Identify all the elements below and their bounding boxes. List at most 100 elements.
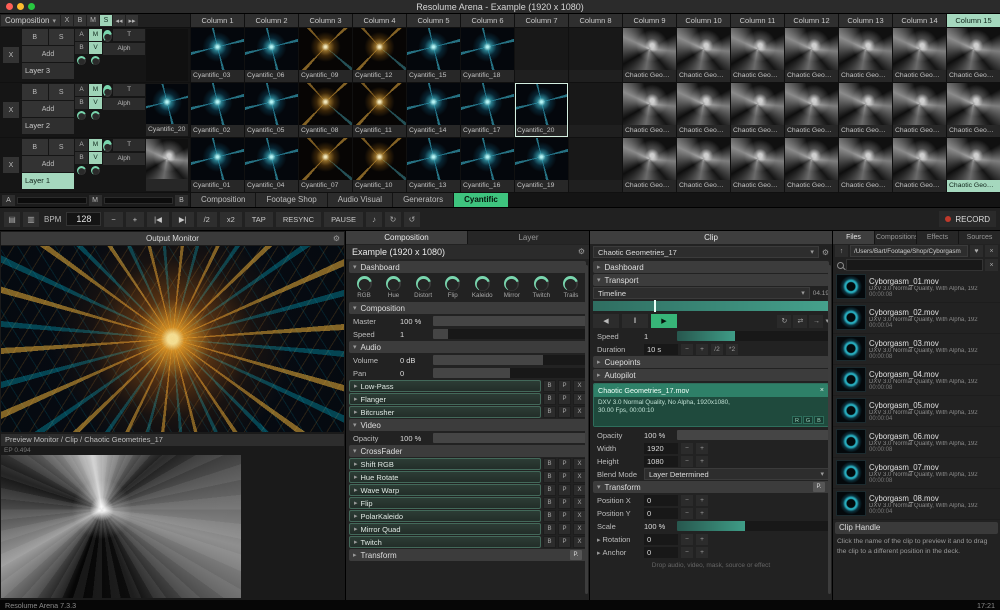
column-header[interactable]: Column 10 (677, 14, 730, 27)
layer-solo-button[interactable]: S (48, 29, 74, 45)
deck-tab-audio-visual[interactable]: Audio Visual (327, 193, 393, 207)
effect-bypass-button[interactable]: B (543, 523, 556, 535)
clip-cell[interactable]: Cyantific_05 (245, 83, 298, 137)
section-video[interactable]: ▾ Video (349, 419, 586, 431)
layer-name[interactable]: Layer 1 (22, 173, 74, 189)
clear-search-icon[interactable]: × (985, 259, 998, 271)
slider-track[interactable] (433, 316, 586, 326)
up-folder-icon[interactable]: ↑ (835, 245, 848, 257)
effect-hue-rotate[interactable]: ▸ Hue Rotate (349, 471, 541, 483)
effect-polarkaleido[interactable]: ▸ PolarKaleido (349, 510, 541, 522)
section-transport[interactable]: ▾ Transport (593, 274, 829, 286)
crossfader-assign-a[interactable]: A (75, 139, 88, 151)
clip-cell[interactable] (515, 28, 568, 82)
channel-b-toggle[interactable]: B (814, 416, 824, 425)
scrollbar[interactable] (828, 265, 831, 594)
bpm---button[interactable]: − (104, 211, 123, 227)
composition-b-button[interactable]: B (73, 15, 86, 26)
column-header[interactable]: Column 4 (353, 14, 406, 27)
file-item[interactable]: Cyborgasm_06.mov DXV 3.0 Normal Quality, … (833, 427, 1000, 458)
favorite-icon[interactable]: ♥ (970, 245, 983, 257)
channel-r-toggle[interactable]: R (792, 416, 802, 425)
effect-flip[interactable]: ▸ Flip (349, 497, 541, 509)
deck-tab-cyantific[interactable]: Cyantific (454, 193, 508, 207)
clip-cell[interactable]: Chaotic Geometri... (893, 138, 946, 192)
timeline-slider[interactable] (593, 300, 829, 312)
dropdown-layer-determined[interactable]: Layer Determined ▾ (644, 468, 829, 481)
clip-cell[interactable]: Chaotic Geometri... (623, 138, 676, 192)
close-icon[interactable]: × (820, 387, 824, 394)
zoom-window-icon[interactable] (28, 3, 35, 10)
clip-cell[interactable] (569, 28, 622, 82)
tab-composition[interactable]: Composition (346, 231, 467, 244)
effect-bypass-button[interactable]: B (543, 497, 556, 509)
knob-twitch[interactable]: Twitch (529, 276, 553, 299)
clip-cell[interactable]: Chaotic Geometri... (947, 83, 1000, 137)
column-header[interactable]: Column 9 (623, 14, 676, 27)
clip-cell[interactable]: Cyantific_06 (245, 28, 298, 82)
crossfader-track[interactable] (103, 196, 173, 204)
quantize-icon[interactable]: ♪ (365, 211, 382, 227)
clip-cell[interactable]: Chaotic Geometri... (839, 138, 892, 192)
section-dashboard[interactable]: ▾ Dashboard (349, 261, 586, 273)
clip-cell[interactable]: Chaotic Geometri... (731, 138, 784, 192)
scrollbar[interactable] (585, 265, 588, 594)
slider-track[interactable] (433, 355, 586, 365)
layer-name[interactable]: Layer 2 (22, 118, 74, 134)
prev-column-icon[interactable]: ◂◂ (112, 15, 125, 26)
pingpong-icon[interactable]: ⇄ (793, 314, 808, 328)
dropdown-timeline[interactable]: Timeline ▾ (593, 287, 810, 299)
stepper-button[interactable]: + (696, 507, 708, 519)
bpm-value[interactable]: 128 (66, 212, 102, 226)
effect-preset-button[interactable]: P (558, 536, 571, 548)
section-crossfader[interactable]: ▾ CrossFader (349, 445, 586, 457)
stepper-button[interactable]: − (681, 507, 693, 519)
effect-shift-rgb[interactable]: ▸ Shift RGB (349, 458, 541, 470)
slider-track[interactable] (433, 368, 586, 378)
clip-cell[interactable]: Cyantific_07 (299, 138, 352, 192)
knob-distort[interactable]: Distort (411, 276, 435, 299)
file-item[interactable]: Cyborgasm_04.mov DXV 3.0 Normal Quality, … (833, 365, 1000, 396)
knob-trails[interactable]: Trails (559, 276, 583, 299)
clip-cell[interactable] (569, 83, 622, 137)
metronome-icon[interactable]: ▥ (23, 211, 39, 227)
clip-cell[interactable]: Chaotic Geometri... (731, 28, 784, 82)
crossfader-b[interactable]: B (175, 194, 188, 206)
pause-button[interactable]: PAUSE (324, 211, 363, 227)
layer-blend-select[interactable]: Alph (103, 98, 145, 110)
clip-cell[interactable]: Chaotic Geometri... (677, 83, 730, 137)
clip-cell[interactable]: Chaotic Geometri... (893, 83, 946, 137)
layer-knob[interactable] (77, 166, 86, 175)
crossfader-assign-b[interactable]: B (75, 42, 88, 54)
play-button[interactable]: ▶ (651, 314, 677, 328)
loop-icon[interactable]: ↻ (777, 314, 792, 328)
effect-preset-button[interactable]: P (558, 380, 571, 392)
file-item[interactable]: Cyborgasm_07.mov DXV 3.0 Normal Quality, … (833, 458, 1000, 489)
layer-name[interactable]: Layer 3 (22, 63, 74, 79)
layer-add-button[interactable]: Add (22, 156, 74, 172)
effect-bypass-button[interactable]: B (543, 471, 556, 483)
clip-cell[interactable]: Cyantific_01 (191, 138, 244, 192)
layer-v-toggle[interactable]: V (89, 97, 102, 109)
deck-tab-generators[interactable]: Generators (393, 193, 454, 207)
slider-track[interactable] (433, 329, 586, 339)
clip-cell[interactable]: Cyantific_15 (407, 28, 460, 82)
layer-bypass-button[interactable]: B (22, 84, 48, 100)
effect-preset-button[interactable]: P (558, 510, 571, 522)
close-icon[interactable]: × (985, 245, 998, 257)
resync-button[interactable]: RESYNC (275, 211, 322, 227)
layer-clear-button[interactable]: X (3, 157, 19, 173)
layer-bypass-button[interactable]: B (22, 29, 48, 45)
stepper-button[interactable]: + (696, 343, 708, 355)
knob-kaleido[interactable]: Kaleido (470, 276, 494, 299)
clip-cell[interactable] (569, 138, 622, 192)
deck-tab-footage-shop[interactable]: Footage Shop (256, 193, 327, 207)
layer-add-button[interactable]: Add (22, 101, 74, 117)
slider-track[interactable] (433, 433, 586, 443)
clip-cell[interactable]: Cyantific_18 (461, 28, 514, 82)
column-header[interactable]: Column 7 (515, 14, 568, 27)
clip-select[interactable]: Chaotic Geometries_17 ▾ (593, 246, 819, 258)
effect-bitcrusher[interactable]: ▸ Bitcrusher (349, 406, 541, 418)
layer-v-toggle[interactable]: V (89, 42, 102, 54)
layer-blend-select[interactable]: Alph (103, 153, 145, 165)
